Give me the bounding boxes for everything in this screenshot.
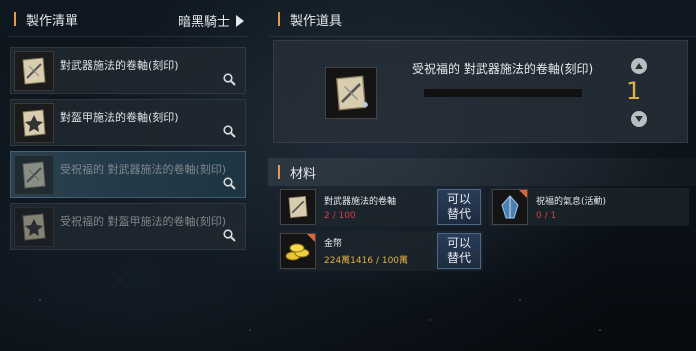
arrow-up-icon [635,63,643,69]
class-filter-dropdown[interactable]: 暗黑騎士 [178,11,244,30]
quantity-value: 1 [626,77,642,105]
material-item[interactable]: 祝福的氣息(活動) 0 / 1 [492,187,606,227]
divider [268,36,696,37]
tool-box: 受祝福的 對武器施法的卷軸(刻印) 1 [273,40,688,143]
arrow-down-icon [635,116,643,122]
material-name: 對武器施法的卷軸 [324,196,397,207]
substitute-button[interactable]: 可以 替代 [437,189,481,225]
scroll-weapon-icon [325,67,377,119]
material-count: 2 / 100 [324,210,356,221]
recipe-name: 對盔甲施法的卷軸(刻印) [60,111,179,124]
scroll-weapon-icon [280,189,316,225]
header-accent-bar [278,12,280,26]
tool-header: 製作道具 [268,0,696,38]
scroll-weapon-icon [14,155,54,195]
header-accent-bar [14,12,16,26]
blessing-crystal-icon [492,189,528,225]
craft-list-panel: 製作清單 暗黑騎士 對武器施法的卷軸(刻印) 對盔甲施法的卷軸(刻印) 受祝福的 [0,0,258,351]
substitute-button[interactable]: 可以 替代 [437,233,481,269]
recipe-name: 受祝福的 對盔甲施法的卷軸(刻印) [60,215,227,228]
scroll-armor-icon [14,207,54,247]
materials-header: 材料 [268,158,696,186]
materials-title: 材料 [290,166,317,182]
magnifier-icon[interactable] [223,229,236,242]
recipe-item[interactable]: 對盔甲施法的卷軸(刻印) [10,99,246,146]
quantity-increase-button[interactable] [631,58,647,74]
material-name: 祝福的氣息(活動) [536,196,607,207]
craft-list-title: 製作清單 [26,13,79,29]
tool-panel-title: 製作道具 [290,13,343,29]
material-text: 祝福的氣息(活動) 0 / 1 [536,194,606,221]
divider [8,36,248,37]
gold-coins-icon [280,233,316,269]
class-filter-label: 暗黑騎士 [177,15,230,30]
recipe-item[interactable]: 受祝福的 對盔甲施法的卷軸(刻印) [10,203,246,250]
magnifier-icon[interactable] [223,125,236,138]
header-accent-bar [278,165,280,179]
scroll-weapon-icon [14,51,54,91]
material-text: 對武器施法的卷軸 2 / 100 [324,194,396,221]
material-item[interactable]: 金幣 224萬1416 / 100萬 [280,231,408,271]
magnifier-icon[interactable] [223,177,236,190]
quantity-decrease-button[interactable] [631,111,647,127]
event-corner-badge [519,190,527,198]
redacted-bar [424,89,582,97]
material-count: 0 / 1 [536,210,557,221]
craft-list-header: 製作清單 暗黑騎士 [0,0,258,38]
craft-detail-panel: 製作道具 受祝福的 對武器施法的卷軸(刻印) 1 材料 對武器施法的卷軸 2 /… [268,0,696,351]
scroll-armor-icon [14,103,54,143]
recipe-list: 對武器施法的卷軸(刻印) 對盔甲施法的卷軸(刻印) 受祝福的 對武器施法的卷軸(… [10,47,246,255]
event-corner-badge [307,234,315,242]
material-item[interactable]: 對武器施法的卷軸 2 / 100 [280,187,396,227]
material-name: 金幣 [324,239,343,249]
magnifier-icon[interactable] [223,73,236,86]
tool-item-name: 受祝福的 對武器施法的卷軸(刻印) [412,62,594,76]
triangle-right-icon [236,14,244,27]
recipe-item[interactable]: 對武器施法的卷軸(刻印) [10,47,246,94]
material-text: 金幣 224萬1416 / 100萬 [324,236,408,266]
recipe-name: 對武器施法的卷軸(刻印) [60,59,179,72]
material-count: 224萬1416 / 100萬 [324,256,409,266]
recipe-name: 受祝福的 對武器施法的卷軸(刻印) [60,163,227,176]
recipe-item-selected[interactable]: 受祝福的 對武器施法的卷軸(刻印) [10,151,246,198]
